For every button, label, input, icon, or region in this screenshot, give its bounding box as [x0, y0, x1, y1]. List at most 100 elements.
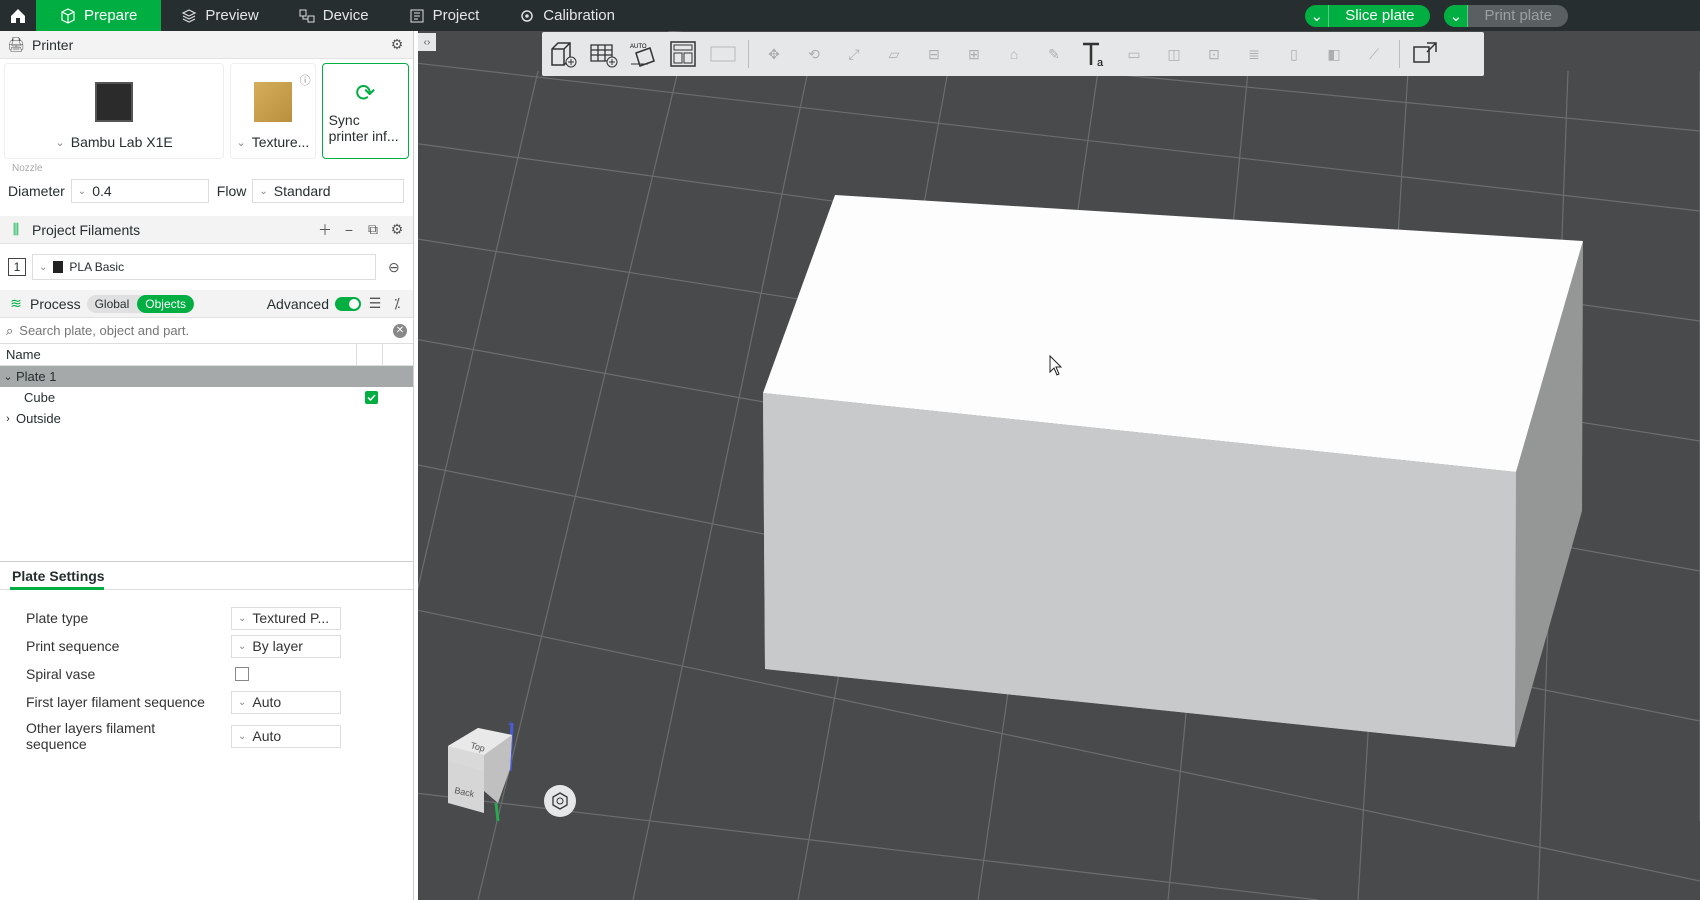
global-option[interactable]: Global — [87, 295, 138, 313]
compare-icon[interactable]: ⁒ — [389, 295, 405, 312]
3d-viewport[interactable]: ‹› AUTO ✥ ⟲ ⤢ ▱ ⊟ ⊞ ⌂ ✎ a ▭ ◫ ⊡ ≣ ▯ ◧ ⟋ … — [418, 31, 1700, 900]
sync-filament-icon[interactable]: ⧉ — [365, 221, 381, 238]
filaments-section-title: Project Filaments — [32, 221, 141, 238]
add-plate-icon[interactable] — [588, 39, 618, 69]
support-paint-icon: ⌂ — [1009, 46, 1019, 62]
spiral-vase-checkbox[interactable] — [235, 667, 249, 681]
arrange-icon[interactable] — [668, 39, 698, 69]
build-plate-grid — [418, 31, 1700, 900]
object-list-header: Name — [0, 344, 413, 366]
process-scope-toggle[interactable]: Global Objects — [86, 294, 194, 313]
chevron-down-icon: ⌄ — [259, 185, 268, 197]
objects-option[interactable]: Objects — [137, 294, 194, 313]
home-button[interactable] — [0, 0, 36, 31]
setting-value: By layer — [252, 638, 303, 654]
print-sequence-select[interactable]: ⌄ By layer — [231, 634, 341, 658]
tab-calibration[interactable]: Calibration — [499, 0, 635, 31]
printer-name: Bambu Lab X1E — [70, 134, 173, 150]
printer-section-title: Printer — [32, 36, 74, 53]
outside-label: Outside — [16, 411, 61, 426]
split-icon — [708, 39, 738, 69]
orientation-cube[interactable]: Z Top Back — [438, 721, 528, 831]
printer-image — [95, 82, 134, 122]
filament-select[interactable]: ⌄ PLA Basic — [32, 254, 376, 280]
tab-preview[interactable]: Preview — [161, 0, 278, 31]
name-column-header[interactable]: Name — [6, 347, 41, 362]
setting-label: Plate type — [26, 610, 89, 626]
chevron-down-icon: ⌄ — [238, 696, 247, 708]
filament-icon: ⫼ — [12, 221, 20, 237]
other-layers-sequence-select[interactable]: ⌄ Auto — [231, 724, 341, 748]
ruler-icon: ⟋ — [1369, 45, 1379, 62]
slice-plate-label: Slice plate — [1345, 7, 1415, 24]
gear-icon[interactable]: ⚙ — [389, 36, 405, 53]
slice-plate-button[interactable]: ⌄ Slice plate — [1305, 4, 1431, 27]
process-section-header: ≋ Process Global Objects Advanced ☰ ⁒ — [0, 290, 413, 318]
explode-view-icon[interactable] — [1410, 39, 1440, 69]
printer-icon: 🖨 — [7, 36, 25, 52]
brim-ears-icon: ◧ — [1327, 45, 1341, 62]
plate-type-card[interactable]: ⓘ ⌄ Texture... — [230, 63, 316, 159]
collapse-sidebar-button[interactable]: ‹› — [418, 33, 436, 51]
text-icon[interactable]: a — [1079, 39, 1109, 69]
svg-text:AUTO: AUTO — [630, 44, 647, 50]
lay-on-face-icon: ▱ — [888, 45, 900, 62]
clear-icon[interactable]: ✕ — [393, 323, 407, 338]
flow-select[interactable]: ⌄ Standard — [252, 179, 405, 203]
auto-orient-icon[interactable]: AUTO — [628, 39, 658, 69]
diameter-select[interactable]: ⌄ 0.4 — [70, 179, 209, 203]
setting-value: Textured P... — [252, 610, 330, 626]
textured-plate-image — [253, 82, 292, 122]
print-plate-button[interactable]: ⌄ Print plate — [1444, 4, 1568, 27]
plate-type-select[interactable]: ⌄ Textured P... — [231, 606, 341, 630]
first-layer-sequence-select[interactable]: ⌄ Auto — [231, 690, 341, 714]
chevron-down-icon: ⌄ — [236, 136, 246, 149]
chevron-down-icon[interactable]: ⌄ — [0, 370, 16, 383]
list-icon[interactable]: ☰ — [367, 295, 383, 312]
tree-row-outside[interactable]: › Outside — [0, 408, 413, 429]
tab-label: Project — [432, 7, 480, 24]
camera-reset-icon — [552, 792, 568, 810]
info-icon[interactable]: ⓘ — [300, 72, 311, 88]
tab-label: Preview — [205, 7, 259, 24]
object-search[interactable]: ⌕ ✕ — [0, 318, 413, 344]
move-icon: ✥ — [768, 45, 780, 62]
left-sidebar: 🖨 Printer ⚙ ⌄ Bambu Lab X1E ⓘ ⌄ Texture...… — [0, 31, 414, 900]
chevron-down-icon[interactable]: ⌄ — [1444, 4, 1469, 27]
filament-index[interactable]: 1 — [8, 258, 26, 276]
tab-project[interactable]: Project — [389, 0, 500, 31]
seam-paint-icon: ✎ — [1048, 45, 1060, 62]
tab-device[interactable]: Device — [279, 0, 389, 31]
axis-z-label: Z — [508, 721, 513, 727]
chevron-down-icon: ⌄ — [39, 261, 48, 273]
process-section-title: Process — [30, 295, 81, 312]
diameter-value: 0.4 — [92, 183, 112, 199]
add-object-icon[interactable] — [548, 39, 578, 69]
chevron-down-icon: ⌄ — [77, 185, 87, 197]
tab-prepare[interactable]: Prepare — [36, 0, 162, 31]
diameter-label: Diameter — [8, 183, 65, 199]
search-input[interactable] — [19, 323, 387, 338]
more-options-icon[interactable]: ⊖ — [388, 259, 400, 276]
chevron-down-icon: ⌄ — [55, 136, 65, 149]
sync-printer-button[interactable]: ⟳ Sync printer inf... — [321, 63, 409, 159]
assembly-icon: ◫ — [1167, 45, 1181, 62]
tree-row-object[interactable]: Cube — [0, 387, 413, 408]
advanced-toggle[interactable] — [335, 296, 361, 311]
plate-name: Texture... — [251, 134, 310, 150]
tree-row-plate[interactable]: ⌄ Plate 1 — [0, 366, 413, 387]
plate-settings-tab[interactable]: Plate Settings — [0, 562, 413, 590]
chevron-down-icon: ⌄ — [238, 612, 247, 624]
plus-icon[interactable]: ＋ — [317, 222, 333, 238]
chevron-right-icon[interactable]: › — [0, 413, 16, 425]
gear-icon[interactable]: ⚙ — [389, 221, 405, 238]
reset-view-button[interactable] — [544, 785, 576, 817]
setting-label: Other layers filament sequence — [26, 720, 156, 752]
chevron-down-icon[interactable]: ⌄ — [1305, 4, 1330, 27]
checkmark-icon[interactable] — [365, 391, 378, 404]
printer-select-card[interactable]: ⌄ Bambu Lab X1E — [4, 63, 225, 159]
minus-icon[interactable]: − — [341, 222, 357, 238]
printer-section-header: 🖨 Printer ⚙ — [0, 31, 413, 59]
scale-icon: ⤢ — [848, 45, 860, 62]
setting-value: Auto — [252, 728, 282, 744]
